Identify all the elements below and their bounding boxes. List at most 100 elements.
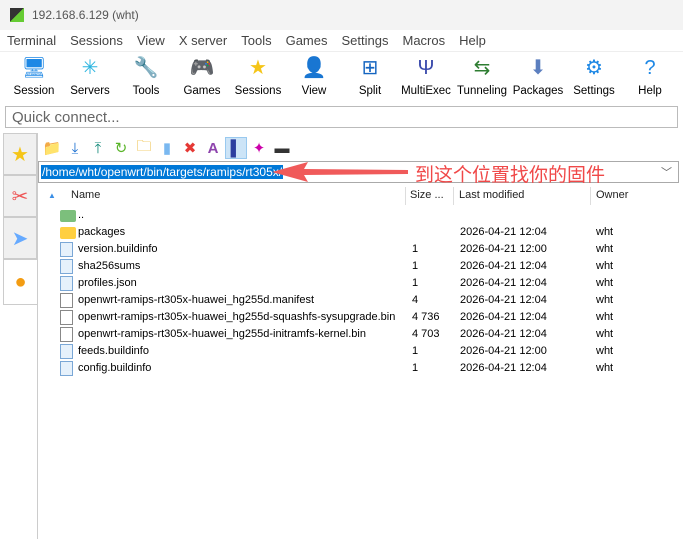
column-size[interactable]: Size ...	[410, 189, 444, 201]
file-row[interactable]: openwrt-ramips-rt305x-huawei_hg255d-squa…	[38, 309, 683, 326]
toolbar-label: Help	[638, 85, 662, 97]
gamepad-icon: 🎮	[189, 57, 215, 79]
toggle-panel-icon[interactable]: ▌	[225, 137, 247, 159]
toolbar-sessions-button[interactable]: ★ Sessions	[230, 52, 286, 102]
magic-wand-icon[interactable]: ✦	[248, 137, 270, 159]
file-size: 1	[412, 277, 419, 289]
file-modified: 2026-04-21 12:04	[460, 311, 547, 323]
servers-icon: ✳	[81, 57, 99, 79]
file-modified: 2026-04-21 12:04	[460, 277, 547, 289]
help-icon: ?	[644, 57, 656, 79]
menu-x-server[interactable]: X server	[179, 33, 227, 48]
column-owner[interactable]: Owner	[596, 189, 628, 201]
file-modified: 2026-04-21 12:04	[460, 226, 547, 238]
menu-terminal[interactable]: Terminal	[7, 33, 56, 48]
file-size: 1	[412, 345, 419, 357]
file-size: 4	[412, 294, 419, 306]
file-name: sha256sums	[78, 260, 141, 272]
file-icon	[60, 344, 73, 359]
file-row[interactable]: ..	[38, 207, 683, 224]
file-icon	[60, 276, 73, 291]
toolbar-help-button[interactable]: ? Help	[622, 52, 678, 102]
column-name[interactable]: Name	[71, 189, 100, 201]
menu-bar: Terminal Sessions View X server Tools Games Se…	[0, 30, 683, 52]
view-icon: 👤	[301, 57, 327, 79]
toolbar-label: Sessions	[234, 85, 282, 97]
file-owner: wht	[596, 345, 614, 357]
toolbar-games-button[interactable]: 🎮 Games	[174, 52, 230, 102]
menu-macros[interactable]: Macros	[402, 33, 445, 48]
file-modified: 2026-04-21 12:00	[460, 243, 547, 255]
file-name: openwrt-ramips-rt305x-huawei_hg255d-squa…	[78, 311, 396, 323]
sidetab-sessions[interactable]: ★	[3, 133, 37, 175]
delete-icon[interactable]: ✖	[179, 137, 201, 159]
split-icon: ⊞	[361, 57, 379, 79]
column-modified[interactable]: Last modified	[459, 189, 524, 201]
toolbar-tunneling-button[interactable]: ⇆ Tunneling	[454, 52, 510, 102]
file-modified: 2026-04-21 12:04	[460, 260, 547, 272]
file-owner: wht	[596, 226, 614, 238]
file-row[interactable]: profiles.json 1 2026-04-21 12:04 wht	[38, 275, 683, 292]
file-icon	[60, 242, 73, 257]
path-text[interactable]: /home/wht/openwrt/bin/targets/ramips/rt3…	[41, 165, 284, 179]
file-owner: wht	[596, 328, 614, 340]
toolbar-split-button[interactable]: ⊞ Split	[342, 52, 398, 102]
toolbar-label: Servers	[70, 85, 110, 97]
file-owner: wht	[596, 277, 614, 289]
file-size: 1	[412, 362, 419, 374]
toolbar-label: Games	[183, 85, 221, 97]
new-file-icon[interactable]: ▮	[156, 137, 178, 159]
file-size: 4 736	[412, 311, 440, 323]
menu-help[interactable]: Help	[459, 33, 486, 48]
download-icon[interactable]: ⤓	[64, 137, 86, 159]
file-owner: wht	[596, 260, 614, 272]
toolbar-view-button[interactable]: 👤 View	[286, 52, 342, 102]
menu-view[interactable]: View	[137, 33, 165, 48]
sort-arrow-icon: ▲	[48, 191, 56, 200]
file-owner: wht	[596, 294, 614, 306]
toolbar-label: MultiExec	[401, 85, 451, 97]
side-tabs: ★ ✂ ➤ ●	[3, 133, 37, 539]
file-icon	[60, 327, 73, 342]
toolbar-session-button[interactable]: 🖥 Session	[6, 52, 62, 102]
sidetab-tools[interactable]: ✂	[3, 175, 37, 217]
gear-icon: ⚙	[585, 57, 603, 79]
rename-icon[interactable]: A	[202, 137, 224, 159]
new-folder-icon[interactable]: 🗀	[133, 137, 155, 159]
sidetab-sftp[interactable]: ●	[3, 259, 37, 305]
chevron-down-icon[interactable]: ﹀	[661, 164, 672, 180]
file-size: 1	[412, 243, 419, 255]
toolbar-tools-button[interactable]: 🔧 Tools	[118, 52, 174, 102]
terminal-icon[interactable]: ▬	[271, 137, 293, 159]
file-name: openwrt-ramips-rt305x-huawei_hg255d.mani…	[78, 294, 315, 306]
file-row[interactable]: feeds.buildinfo 1 2026-04-21 12:00 wht	[38, 343, 683, 360]
file-row[interactable]: config.buildinfo 1 2026-04-21 12:04 wht	[38, 360, 683, 377]
sidetab-macros[interactable]: ➤	[3, 217, 37, 259]
file-row[interactable]: packages 2026-04-21 12:04 wht	[38, 224, 683, 241]
sftp-panel: 📁 ⤓ ⤒ ↻ 🗀 ▮ ✖ A ▌ ✦ ▬ /home/wht/openwrt/…	[37, 133, 683, 539]
toolbar-settings-button[interactable]: ⚙ Settings	[566, 52, 622, 102]
refresh-icon[interactable]: ↻	[110, 137, 132, 159]
file-icon	[60, 293, 73, 308]
toolbar-servers-button[interactable]: ✳ Servers	[62, 52, 118, 102]
star-icon: ★	[249, 57, 267, 79]
parent-folder-icon[interactable]: 📁	[41, 137, 63, 159]
toolbar-label: Settings	[573, 85, 615, 97]
toolbar-label: Split	[358, 85, 382, 97]
toolbar-label: Tunneling	[456, 85, 508, 97]
menu-sessions[interactable]: Sessions	[70, 33, 123, 48]
file-row[interactable]: sha256sums 1 2026-04-21 12:04 wht	[38, 258, 683, 275]
menu-tools[interactable]: Tools	[241, 33, 271, 48]
file-row[interactable]: version.buildinfo 1 2026-04-21 12:00 wht	[38, 241, 683, 258]
upload-icon[interactable]: ⤒	[87, 137, 109, 159]
file-row[interactable]: openwrt-ramips-rt305x-huawei_hg255d-init…	[38, 326, 683, 343]
monitor-icon: 🖥	[21, 57, 47, 79]
menu-settings[interactable]: Settings	[342, 33, 389, 48]
quick-connect-input[interactable]: Quick connect...	[5, 106, 678, 128]
toolbar-packages-button[interactable]: ⬇ Packages	[510, 52, 566, 102]
file-row[interactable]: openwrt-ramips-rt305x-huawei_hg255d.mani…	[38, 292, 683, 309]
toolbar-multiexec-button[interactable]: Ψ MultiExec	[398, 52, 454, 102]
file-name: packages	[78, 226, 126, 238]
menu-games[interactable]: Games	[286, 33, 328, 48]
file-owner: wht	[596, 311, 614, 323]
